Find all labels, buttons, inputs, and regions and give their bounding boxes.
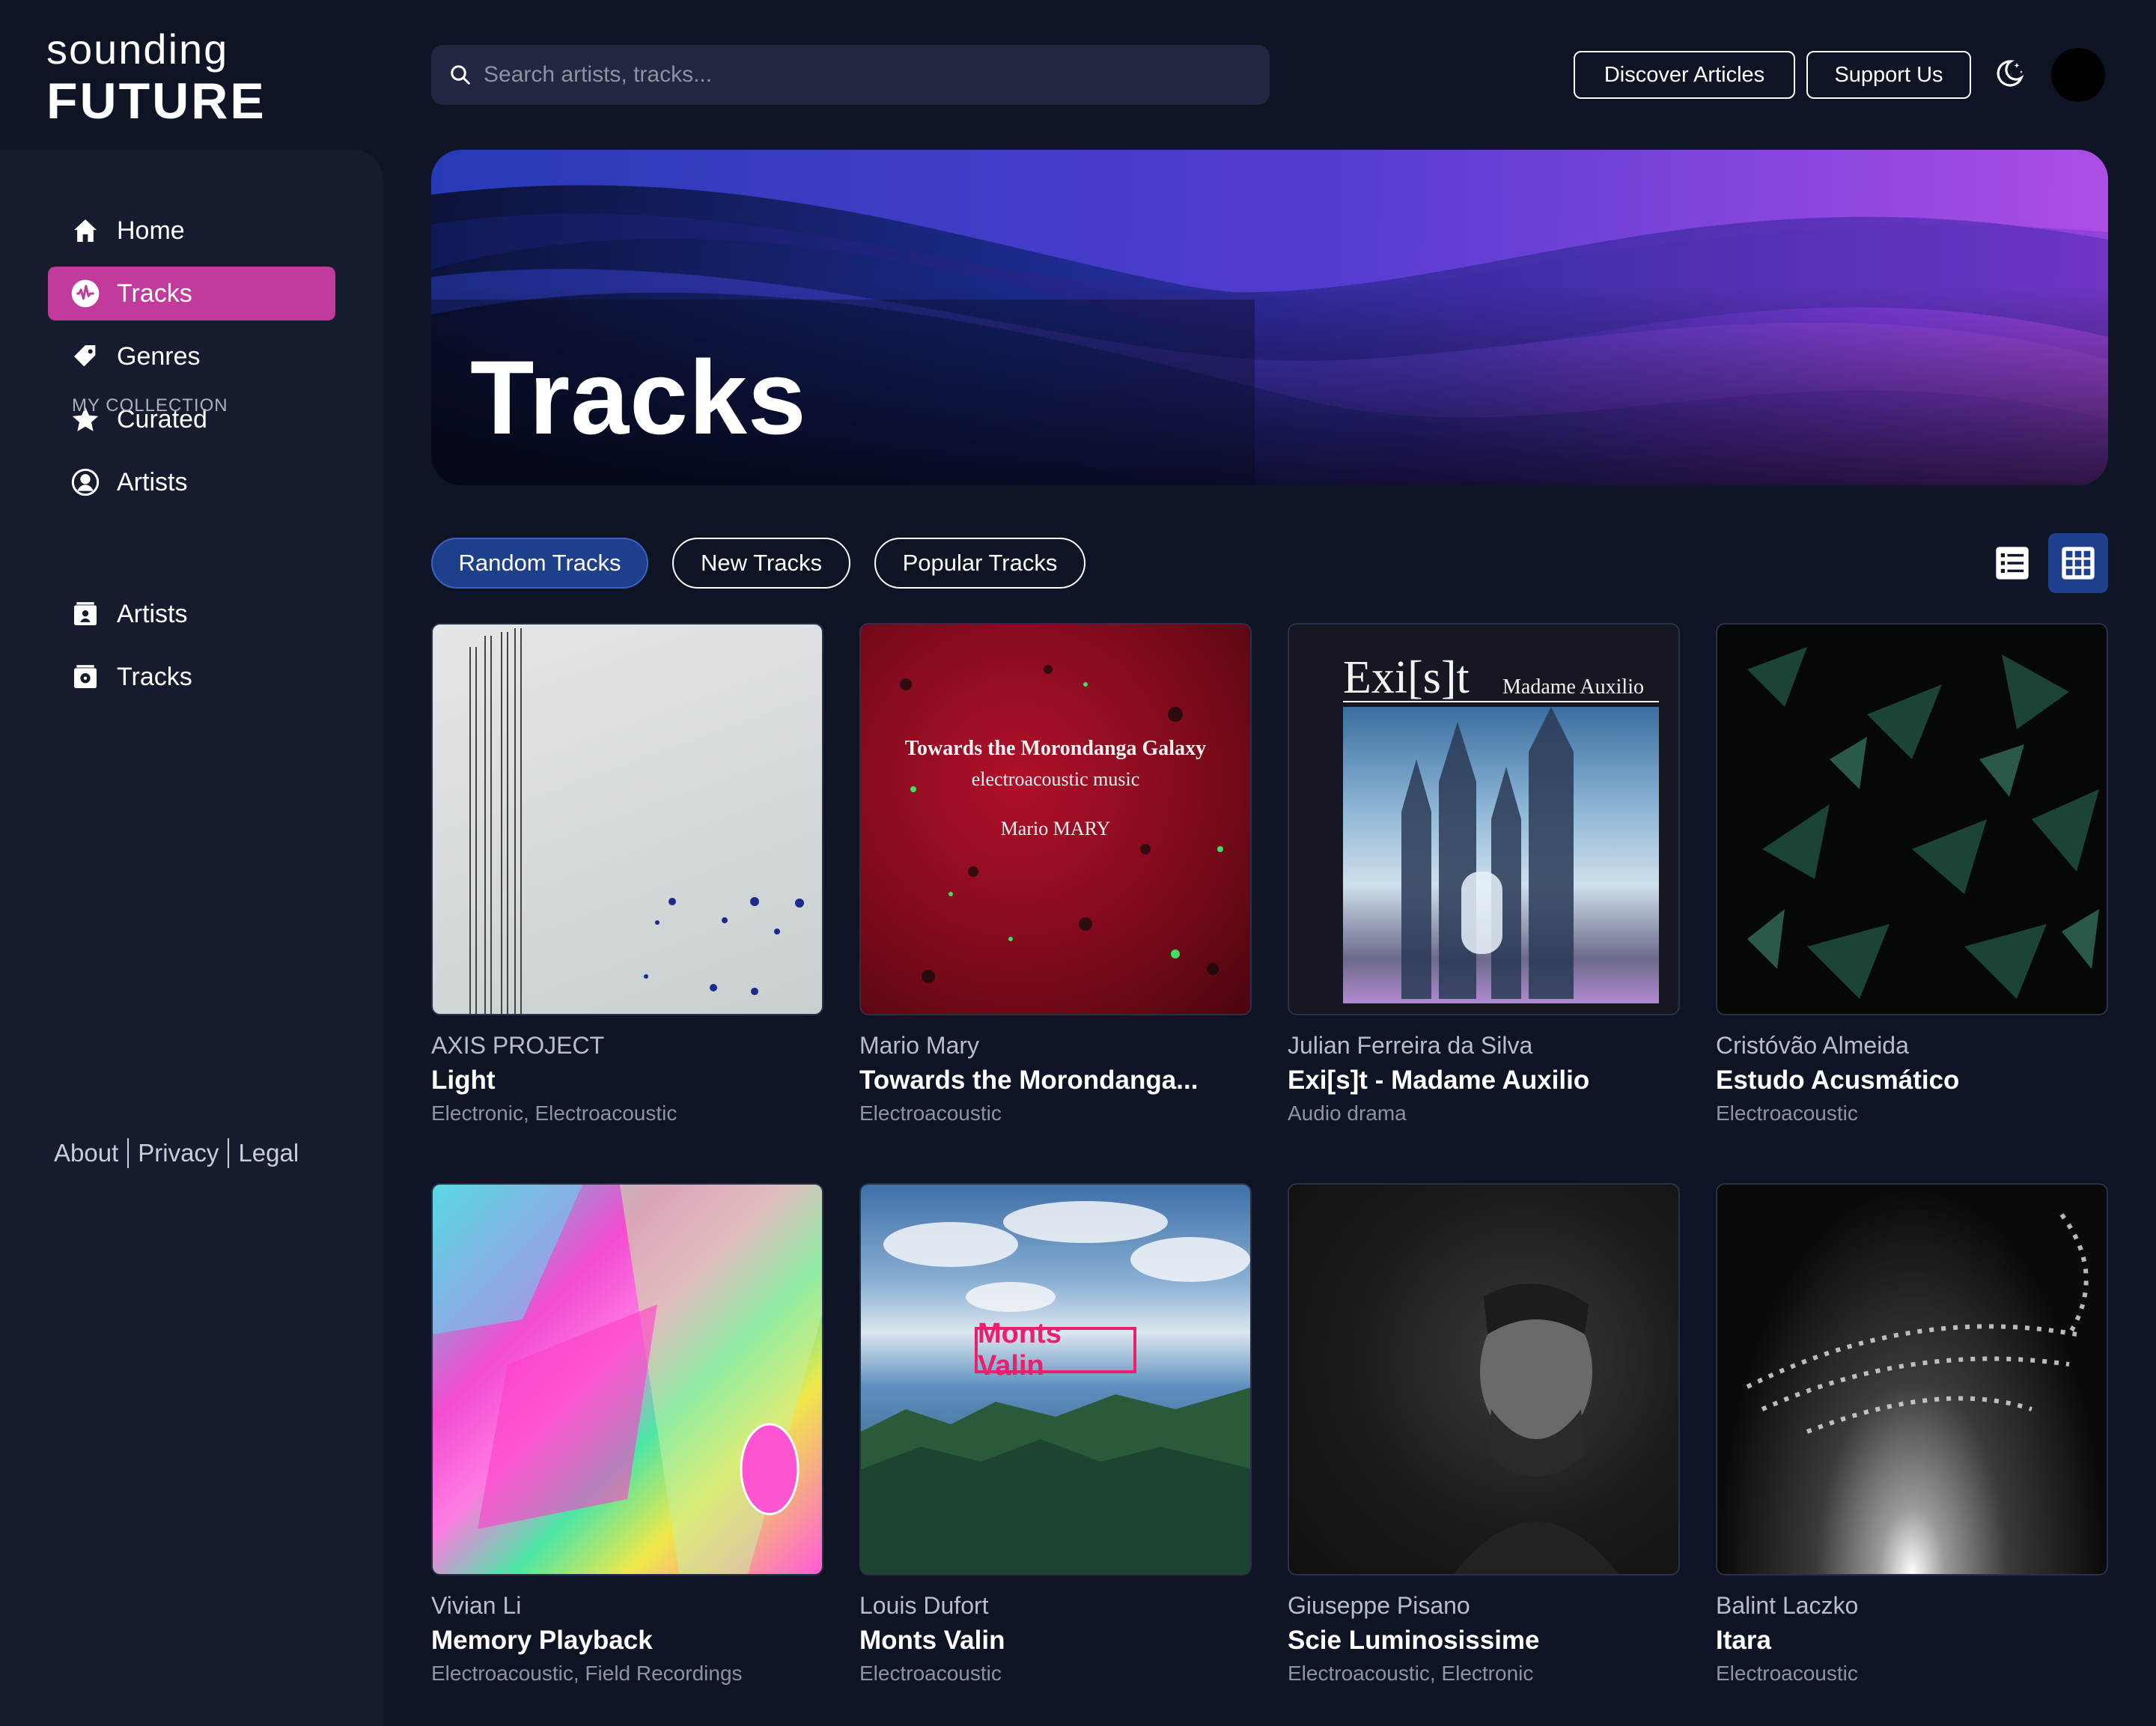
tab-random-tracks[interactable]: Random Tracks [431, 538, 648, 589]
track-card[interactable]: AXIS PROJECT Light Electronic, Electroac… [431, 623, 823, 1125]
sidebar-item-label: Home [117, 216, 185, 245]
footer-divider [127, 1138, 130, 1168]
track-cover[interactable] [1716, 623, 2108, 1015]
collection-item-label: Tracks [117, 662, 192, 691]
track-card[interactable]: Monts Valin Louis Dufort Monts Valin Ele… [859, 1183, 1252, 1686]
track-title[interactable]: Estudo Acusmático [1716, 1066, 2108, 1096]
track-title[interactable]: Towards the Morondanga... [859, 1066, 1252, 1096]
track-genres: Electroacoustic [1716, 1662, 1858, 1685]
track-title[interactable]: Light [431, 1066, 823, 1096]
track-card[interactable]: Vivian Li Memory Playback Electroacousti… [431, 1183, 823, 1686]
track-genres: Electroacoustic, Electronic [1288, 1662, 1534, 1685]
privacy-link[interactable]: Privacy [138, 1139, 219, 1167]
track-genres: Electroacoustic [859, 1662, 1002, 1685]
sidebar-item-label: Genres [117, 341, 201, 371]
track-title[interactable]: Exi[s]t - Madame Auxilio [1288, 1066, 1680, 1096]
track-title[interactable]: Itara [1716, 1626, 2108, 1656]
track-artist[interactable]: Balint Laczko [1716, 1592, 2108, 1620]
footer-links: About Privacy Legal [54, 1138, 299, 1168]
support-us-button[interactable]: Support Us [1806, 51, 1971, 99]
track-artist[interactable]: Vivian Li [431, 1592, 823, 1620]
track-card[interactable]: Towards the Morondanga Galaxy electroaco… [859, 623, 1252, 1125]
cover-title-text: Exi[s]t [1343, 652, 1470, 703]
track-artist[interactable]: Giuseppe Pisano [1288, 1592, 1680, 1620]
track-card[interactable]: Cristóvão Almeida Estudo Acusmático Elec… [1716, 623, 2108, 1125]
track-genres: Electroacoustic, Field Recordings [431, 1662, 743, 1685]
track-artist[interactable]: Mario Mary [859, 1032, 1252, 1060]
sidebar-item-artists[interactable]: Artists [48, 455, 335, 509]
search-input[interactable] [484, 62, 1232, 88]
track-cover[interactable] [1716, 1183, 2108, 1575]
discover-articles-button[interactable]: Discover Articles [1574, 51, 1795, 99]
collection-item-artists[interactable]: Artists [48, 587, 335, 641]
about-link[interactable]: About [54, 1139, 118, 1167]
track-title[interactable]: Memory Playback [431, 1626, 823, 1656]
track-genres: Electroacoustic [1716, 1101, 1858, 1125]
track-artist[interactable]: Cristóvão Almeida [1716, 1032, 2108, 1060]
track-artist[interactable]: Louis Dufort [859, 1592, 1252, 1620]
track-genres: Audio drama [1288, 1101, 1407, 1125]
cover-subtitle-text: Madame Auxilio [1502, 675, 1644, 699]
brand-line-2: FUTURE [46, 73, 267, 130]
legal-link[interactable]: Legal [238, 1139, 299, 1167]
collection-tracks-icon [70, 662, 100, 692]
cover-subtitle-text: electroacoustic music [971, 768, 1140, 790]
collection-item-label: Artists [117, 599, 188, 628]
track-cover[interactable]: Towards the Morondanga Galaxy electroaco… [859, 623, 1252, 1015]
search-icon [451, 65, 470, 85]
search-bar[interactable] [431, 45, 1270, 105]
track-title[interactable]: Monts Valin [859, 1626, 1252, 1656]
track-card[interactable]: Giuseppe Pisano Scie Luminosissime Elect… [1288, 1183, 1680, 1686]
track-cover[interactable] [431, 1183, 823, 1575]
home-icon [70, 216, 100, 246]
sidebar [0, 150, 383, 1726]
track-card[interactable]: Exi[s]t Madame Auxilio Julian Ferreira d… [1288, 623, 1680, 1125]
my-collection-heading: MY COLLECTION [72, 395, 228, 416]
user-avatar[interactable] [2051, 48, 2105, 102]
theme-toggle[interactable] [1990, 57, 2026, 93]
track-cover[interactable]: Monts Valin [859, 1183, 1252, 1575]
tab-new-tracks[interactable]: New Tracks [672, 538, 850, 589]
hero-banner: Tracks [431, 150, 2108, 485]
sidebar-item-genres[interactable]: Genres [48, 329, 335, 383]
sidebar-item-label: Tracks [117, 279, 192, 308]
track-cover[interactable] [1288, 1183, 1680, 1575]
sidebar-item-tracks[interactable]: Tracks [48, 267, 335, 320]
moon-stars-icon [1997, 60, 2024, 87]
grid-view-button[interactable] [2048, 533, 2108, 593]
cover-title-text: Towards the Morondanga Galaxy [904, 737, 1207, 760]
track-cover[interactable]: Exi[s]t Madame Auxilio [1288, 623, 1680, 1015]
track-genres: Electronic, Electroacoustic [431, 1101, 677, 1125]
sidebar-item-label: Artists [117, 467, 188, 496]
cover-title-text: Monts Valin [978, 1318, 1062, 1382]
brand-logo[interactable]: sounding FUTURE [46, 25, 267, 130]
track-artist[interactable]: AXIS PROJECT [431, 1032, 823, 1060]
track-card[interactable]: Balint Laczko Itara Electroacoustic [1716, 1183, 2108, 1686]
tab-popular-tracks[interactable]: Popular Tracks [874, 538, 1085, 589]
track-artist[interactable]: Julian Ferreira da Silva [1288, 1032, 1680, 1060]
track-cover[interactable] [431, 623, 823, 1015]
collection-artists-icon [70, 599, 100, 629]
list-view-icon [1996, 547, 2029, 580]
collection-item-tracks[interactable]: Tracks [48, 650, 335, 704]
track-title[interactable]: Scie Luminosissime [1288, 1626, 1680, 1656]
brand-line-1: sounding [46, 25, 229, 73]
sidebar-item-home[interactable]: Home [48, 204, 335, 258]
grid-view-icon [2062, 547, 2095, 580]
page-title: Tracks [470, 338, 807, 456]
cover-artist-text: Mario MARY [1000, 818, 1111, 839]
user-circle-icon [70, 467, 100, 497]
tag-icon [70, 341, 100, 371]
footer-divider [228, 1138, 230, 1168]
track-genres: Electroacoustic [859, 1101, 1002, 1125]
waveform-icon [70, 279, 100, 309]
list-view-button[interactable] [1982, 533, 2042, 593]
